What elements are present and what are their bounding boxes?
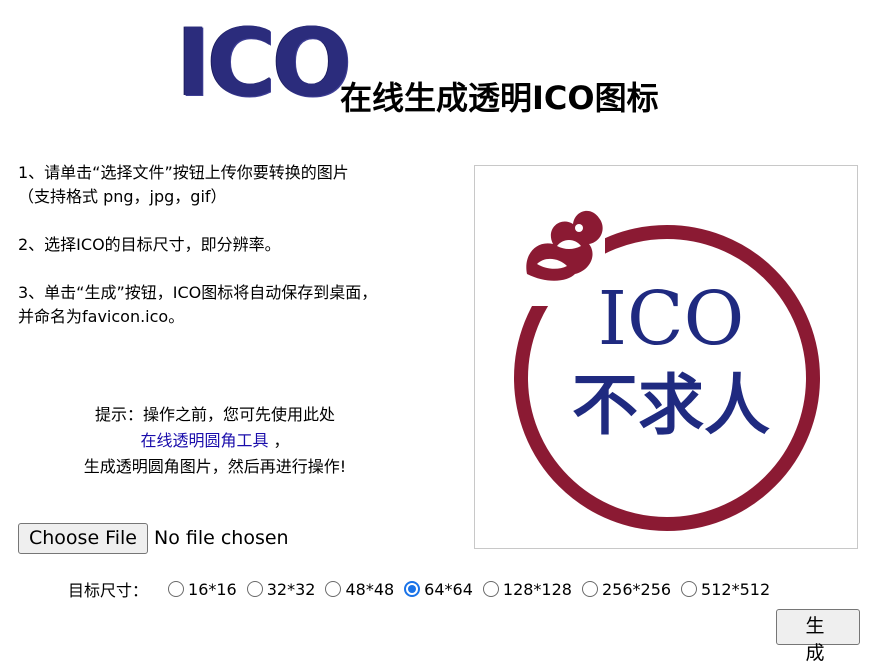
instructions: 1、请单击“选择文件”按钮上传你要转换的图片 （支持格式 png，jpg，gif… <box>18 161 448 329</box>
size-option-256[interactable]: 256*256 <box>581 580 671 599</box>
size-option-64[interactable]: 64*64 <box>404 580 473 599</box>
instruction-step-2: 2、选择ICO的目标尺寸，即分辨率。 <box>18 235 281 254</box>
size-option-16[interactable]: 16*16 <box>168 580 237 599</box>
choose-file-button[interactable]: Choose File <box>18 522 148 554</box>
size-option-32[interactable]: 32*32 <box>246 580 315 599</box>
file-input-row: Choose File No file chosen <box>18 522 289 554</box>
logo-text: ICO <box>176 9 352 118</box>
instruction-step-3: 3、单击“生成”按钮，ICO图标将自动保存到桌面， <box>18 283 378 302</box>
instruction-step-3-cont: 并命名为favicon.ico。 <box>18 307 185 326</box>
tip: 提示：操作之前，您可先使用此处 在线透明圆角工具 ， 生成透明圆角图片，然后再进… <box>40 402 390 480</box>
size-option-48[interactable]: 48*48 <box>325 580 394 599</box>
tip-link-suffix: ， <box>268 431 290 450</box>
tip-line-3: 生成透明圆角图片，然后再进行操作! <box>83 457 347 476</box>
size-label: 目标尺寸： <box>68 581 149 600</box>
radio-button[interactable] <box>325 581 342 597</box>
radio-button[interactable] <box>246 581 263 597</box>
preview-text-ico: ICO <box>598 276 745 362</box>
image-preview: ICO 不求人 <box>474 165 858 549</box>
instruction-step-1-formats: （支持格式 png，jpg，gif） <box>18 187 227 206</box>
preview-text-chinese: 不求人 <box>572 366 770 444</box>
page-title: 在线生成透明ICO图标 <box>340 79 659 117</box>
radio-button[interactable] <box>168 581 185 597</box>
tip-line-2: 在线透明圆角工具 ， <box>40 428 390 454</box>
instruction-step-1: 1、请单击“选择文件”按钮上传你要转换的图片 <box>18 163 349 182</box>
size-option-512[interactable]: 512*512 <box>681 580 770 599</box>
tip-line-1: 提示：操作之前，您可先使用此处 <box>94 405 335 424</box>
file-status: No file chosen <box>153 527 289 549</box>
size-selector: 目标尺寸： 16*16 32*32 48*48 64*64 128*128 25… <box>68 577 780 601</box>
radio-button[interactable] <box>482 581 499 597</box>
generate-button[interactable]: 生成 <box>776 609 860 664</box>
size-option-128[interactable]: 128*128 <box>482 580 572 599</box>
radio-button[interactable] <box>581 581 598 597</box>
rounded-corner-tool-link[interactable]: 在线透明圆角工具 <box>140 431 268 450</box>
radio-button-checked[interactable] <box>404 581 421 597</box>
preview-image: ICO 不求人 <box>514 206 820 531</box>
radio-button[interactable] <box>681 581 698 597</box>
site-logo: ICO <box>176 9 352 118</box>
